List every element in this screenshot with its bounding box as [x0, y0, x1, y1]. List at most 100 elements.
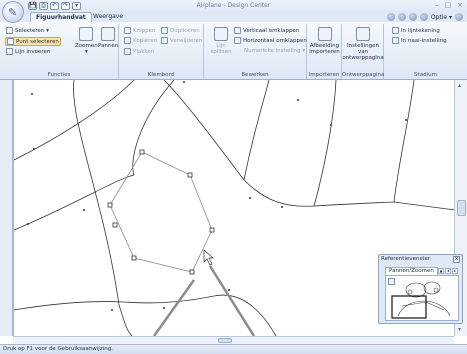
vertical-scroll-thumb[interactable]: [457, 200, 466, 216]
duplicate-label: Dupliceren: [170, 27, 200, 34]
vertex-point[interactable]: [249, 197, 251, 199]
reference-window: Referentievenster × Pannen/Zoomen ▲ ◂ ▸: [378, 254, 463, 324]
vertex-point[interactable]: [228, 289, 230, 291]
status-text: Druk op F1 voor de Gebruiksaanwijzing.: [3, 346, 113, 352]
flip-vertical-icon: [234, 27, 241, 34]
select-button[interactable]: Selecteren ▾: [6, 27, 49, 34]
page-settings-icon: [356, 27, 370, 41]
control-point[interactable]: [139, 149, 145, 155]
to-sewing-settings-button[interactable]: In naai-instelling: [392, 37, 447, 44]
tab-pan-zoom[interactable]: Pannen/Zoomen: [385, 267, 438, 275]
group-label-bewerken: Bewerken: [241, 72, 269, 78]
design-page-settings-label: Instellingen van ontwerppagina: [342, 43, 384, 61]
outline-path[interactable]: [123, 294, 277, 336]
vertex-point[interactable]: [163, 307, 165, 309]
info-icon[interactable]: [455, 13, 463, 21]
outline-path[interactable]: [393, 80, 415, 203]
customize-qat-icon[interactable]: ▾: [72, 2, 81, 10]
vertex-point[interactable]: [183, 81, 185, 83]
save-icon[interactable]: 💾: [28, 2, 37, 10]
help-icon[interactable]: [386, 13, 395, 21]
split-line-button[interactable]: Lijn splitsen: [210, 27, 232, 55]
scroll-up-icon[interactable]: ▴: [458, 82, 461, 89]
selected-outline[interactable]: [109, 151, 213, 273]
vertex-point[interactable]: [405, 119, 407, 121]
ribbon-tabs: Figuurhandvat Weergave Optie ▾: [0, 12, 467, 22]
scroll-left-icon[interactable]: ◂: [445, 268, 451, 274]
scroll-right-icon[interactable]: ▸: [452, 268, 458, 274]
control-point[interactable]: [131, 255, 137, 261]
import-image-button[interactable]: Afbeelding importeren: [309, 27, 340, 55]
control-point[interactable]: [187, 172, 193, 178]
zoom-button[interactable]: Zoomen ▾: [75, 27, 98, 55]
point-select-button[interactable]: Punt selecteren: [5, 37, 61, 46]
copy-label: Kopiëren: [133, 37, 158, 44]
scroll-down-icon[interactable]: ▾: [458, 326, 461, 333]
control-point[interactable]: [189, 269, 195, 275]
outline-path[interactable]: [73, 80, 133, 336]
vertex-point[interactable]: [33, 148, 35, 150]
control-point[interactable]: [107, 202, 113, 208]
option-menu[interactable]: Optie ▾: [431, 14, 452, 21]
zoom-in-icon[interactable]: ▲: [438, 268, 444, 274]
selected-shape[interactable]: [109, 151, 213, 273]
group-label-stadium: Stadium: [414, 72, 437, 78]
status-bar: Druk op F1 voor de Gebruiksaanwijzing.: [0, 344, 467, 354]
group-label-functies: Functies: [47, 72, 71, 78]
maximize-button[interactable]: □: [445, 1, 452, 9]
vertex-point[interactable]: [111, 309, 113, 311]
control-point[interactable]: [209, 227, 215, 233]
minimize-button[interactable]: –: [435, 1, 439, 9]
print-icon[interactable]: ⎙: [39, 2, 48, 10]
application-button[interactable]: ✎: [2, 1, 24, 23]
hand-icon: [101, 27, 116, 41]
copy-button[interactable]: Kopiëren: [124, 37, 157, 44]
vertex-point[interactable]: [83, 209, 85, 211]
delete-button[interactable]: Verwijderen: [161, 37, 202, 44]
settings-icon[interactable]: [397, 13, 406, 21]
vertex-point[interactable]: [297, 99, 299, 101]
reference-window-close-button[interactable]: ×: [453, 256, 460, 263]
zoom-dropdown[interactable]: ▾: [85, 49, 88, 55]
paste-button[interactable]: Plakken: [124, 48, 154, 55]
reference-preview[interactable]: [385, 275, 459, 321]
tab-figuurhandvat[interactable]: Figuurhandvat: [30, 12, 92, 22]
vertex-point[interactable]: [281, 206, 283, 208]
grid-icon[interactable]: [408, 13, 417, 21]
flip-vertical-label: Verticaal omklappen: [243, 27, 300, 34]
duplicate-button[interactable]: Dupliceren: [161, 27, 200, 34]
cut-button[interactable]: Knippen: [124, 27, 155, 34]
outline-path[interactable]: [14, 174, 135, 231]
outline-path[interactable]: [313, 80, 337, 207]
undo-icon[interactable]: ↶: [50, 2, 59, 10]
group-importeren: Afbeelding importeren Importeren: [307, 24, 342, 79]
horizontal-scroll-thumb[interactable]: [218, 338, 232, 343]
pan-button[interactable]: Pannen: [98, 27, 118, 49]
line-insert-button[interactable]: Lijn invoeren: [6, 48, 50, 55]
view-rectangle[interactable]: [391, 295, 427, 319]
numeric-setting-button[interactable]: Numerieke instelling ▾: [244, 48, 305, 54]
to-line-drawing-label: In lijntekening: [401, 27, 440, 34]
outline-path[interactable]: [14, 301, 125, 311]
redo-icon[interactable]: ↷: [61, 2, 70, 10]
to-line-drawing-button[interactable]: In lijntekening: [392, 27, 440, 34]
flip-horizontal-button[interactable]: Horizontaal omklappen: [234, 37, 307, 44]
arrow-cursor-icon: [6, 27, 13, 34]
outline-path[interactable]: [243, 80, 270, 181]
title-bar: Airplane - Design Center 💾 ⎙ ↶ ↷ ▾ – □ ×: [0, 0, 467, 12]
vertex-point[interactable]: [27, 223, 29, 225]
tab-row-tools: Optie ▾: [386, 13, 463, 21]
group-ontwerppagina: Instellingen van ontwerppagina Ontwerppa…: [342, 24, 384, 79]
group-bewerken: Lijn splitsen Verticaal omklappen Horizo…: [204, 24, 307, 79]
vertex-point[interactable]: [330, 124, 332, 126]
vertex-point[interactable]: [31, 93, 33, 95]
design-page-settings-button[interactable]: Instellingen van ontwerppagina: [342, 27, 384, 61]
horizontal-scrollbar[interactable]: [13, 336, 454, 344]
flip-vertical-button[interactable]: Verticaal omklappen: [234, 27, 299, 34]
outline-path[interactable]: [132, 80, 175, 176]
close-button[interactable]: ×: [457, 1, 463, 9]
to-sewing-settings-label: In naai-instelling: [401, 37, 447, 44]
control-point[interactable]: [112, 222, 118, 228]
tab-weergave[interactable]: Weergave: [88, 12, 128, 22]
group-label-ontwerppagina: Ontwerppagina: [342, 72, 385, 78]
